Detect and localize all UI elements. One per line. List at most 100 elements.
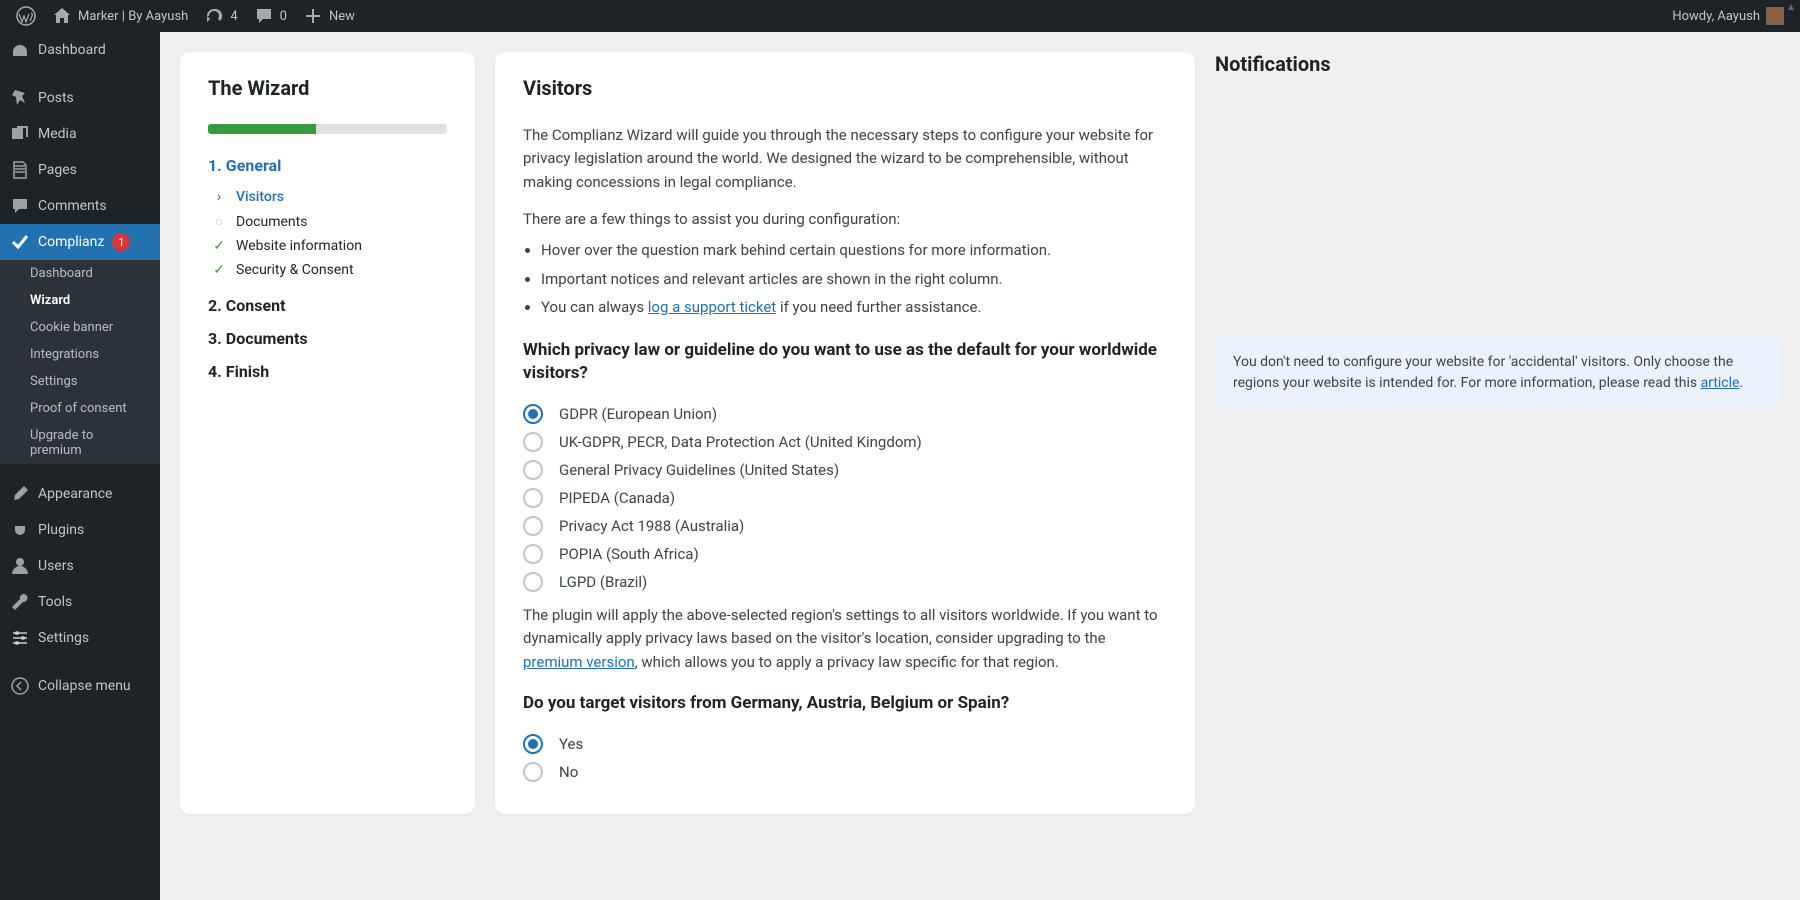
comments[interactable]: 0 (246, 0, 295, 32)
sidebar-item-label: Pages (38, 162, 77, 178)
step-finish[interactable]: 4. Finish (208, 362, 447, 381)
content-panel: Visitors The Complianz Wizard will guide… (495, 52, 1195, 814)
sidebar-item-label: Comments (38, 198, 107, 214)
new-label: New (329, 9, 355, 24)
question-target-countries: Do you target visitors from Germany, Aus… (523, 692, 1167, 716)
comment-icon (10, 196, 30, 216)
wrench-icon (10, 592, 30, 612)
radio-uk-gdpr[interactable]: UK-GDPR, PECR, Data Protection Act (Unit… (523, 432, 1167, 452)
comments-count: 0 (280, 9, 287, 24)
radio-privacy-act-1988[interactable]: Privacy Act 1988 (Australia) (523, 516, 1167, 536)
sidebar-item-collapse[interactable]: Collapse menu (0, 668, 160, 704)
substep-website-information[interactable]: ✓ Website information (212, 234, 447, 258)
sidebar-item-label: Posts (38, 90, 74, 106)
substep-security-consent[interactable]: ✓ Security & Consent (212, 258, 447, 282)
notifications-column: Notifications You don't need to configur… (1215, 52, 1800, 814)
radio-input[interactable] (523, 516, 543, 536)
sidebar-item-posts[interactable]: Posts (0, 80, 160, 116)
site-name[interactable]: Marker | By Aayush (44, 0, 196, 32)
radio-label: GDPR (European Union) (559, 405, 717, 423)
updates[interactable]: 4 (196, 0, 245, 32)
substep-label: Documents (236, 214, 307, 230)
updates-count: 4 (230, 9, 237, 24)
sidebar-item-users[interactable]: Users (0, 548, 160, 584)
premium-version-link[interactable]: premium version (523, 653, 635, 671)
my-account[interactable]: Howdy, Aayush (1664, 0, 1792, 32)
substep-documents[interactable]: ○ Documents (212, 209, 447, 234)
radio-label: LGPD (Brazil) (559, 573, 647, 591)
new-content[interactable]: New (295, 0, 363, 32)
page-icon (10, 160, 30, 180)
question-default-law: Which privacy law or guideline do you wa… (523, 339, 1167, 387)
comment-icon (254, 6, 274, 26)
submenu-item-upgrade[interactable]: Upgrade to premium (0, 422, 160, 464)
radio-input[interactable] (523, 488, 543, 508)
radio-label: General Privacy Guidelines (United State… (559, 461, 839, 479)
radio-input[interactable] (523, 404, 543, 424)
submenu-item-cookie-banner[interactable]: Cookie banner (0, 314, 160, 341)
sidebar-item-appearance[interactable]: Appearance (0, 476, 160, 512)
radio-label: Yes (559, 735, 583, 753)
wizard-panel: The Wizard 1. General › Visitors ○ Docum… (180, 52, 475, 814)
substep-label: Website information (236, 238, 362, 254)
notice-box: You don't need to configure your website… (1215, 336, 1780, 410)
sidebar-item-label: Settings (38, 630, 89, 646)
radio-pipeda[interactable]: PIPEDA (Canada) (523, 488, 1167, 508)
sidebar-item-plugins[interactable]: Plugins (0, 512, 160, 548)
radio-input[interactable] (523, 544, 543, 564)
avatar (1766, 7, 1784, 25)
substep-label: Visitors (236, 189, 284, 205)
wordpress-icon (16, 6, 36, 26)
radio-no[interactable]: No (523, 762, 1167, 782)
sidebar-item-label: Complianz (38, 234, 104, 250)
radio-gdpr[interactable]: GDPR (European Union) (523, 404, 1167, 424)
radio-lgpd[interactable]: LGPD (Brazil) (523, 572, 1167, 592)
intro-text: The Complianz Wizard will guide you thro… (523, 124, 1167, 194)
sidebar-item-complianz[interactable]: Complianz 1 (0, 224, 160, 260)
submenu: Dashboard Wizard Cookie banner Integrati… (0, 260, 160, 464)
support-ticket-link[interactable]: log a support ticket (648, 298, 776, 316)
radio-input[interactable] (523, 460, 543, 480)
submenu-item-integrations[interactable]: Integrations (0, 341, 160, 368)
radio-label: Privacy Act 1988 (Australia) (559, 517, 744, 535)
plus-icon (303, 6, 323, 26)
wp-logo[interactable] (8, 0, 44, 32)
step-documents[interactable]: 3. Documents (208, 329, 447, 348)
sidebar-item-media[interactable]: Media (0, 116, 160, 152)
sidebar-item-comments[interactable]: Comments (0, 188, 160, 224)
radio-popia[interactable]: POPIA (South Africa) (523, 544, 1167, 564)
check-icon: ✓ (212, 238, 226, 254)
article-link[interactable]: article (1701, 375, 1740, 391)
submenu-item-wizard[interactable]: Wizard (0, 287, 160, 314)
bullet-item: Hover over the question mark behind cert… (541, 239, 1167, 262)
sidebar-item-settings[interactable]: Settings (0, 620, 160, 656)
submenu-item-dashboard[interactable]: Dashboard (0, 260, 160, 287)
substep-visitors[interactable]: › Visitors (212, 185, 447, 209)
step-consent[interactable]: 2. Consent (208, 296, 447, 315)
sidebar-item-pages[interactable]: Pages (0, 152, 160, 188)
radio-label: PIPEDA (Canada) (559, 489, 675, 507)
radio-input[interactable] (523, 734, 543, 754)
radio-yes[interactable]: Yes (523, 734, 1167, 754)
sidebar-item-dashboard[interactable]: Dashboard (0, 32, 160, 68)
content-heading: Visitors (523, 76, 1167, 100)
submenu-item-proof-of-consent[interactable]: Proof of consent (0, 395, 160, 422)
radio-us[interactable]: General Privacy Guidelines (United State… (523, 460, 1167, 480)
main-content: The Wizard 1. General › Visitors ○ Docum… (160, 32, 1800, 834)
brush-icon (10, 484, 30, 504)
media-icon (10, 124, 30, 144)
radio-input[interactable] (523, 432, 543, 452)
sidebar-item-tools[interactable]: Tools (0, 584, 160, 620)
pin-icon (10, 88, 30, 108)
radio-input[interactable] (523, 762, 543, 782)
sidebar-item-label: Appearance (38, 486, 112, 502)
fine-print: The plugin will apply the above-selected… (523, 604, 1167, 674)
submenu-item-settings[interactable]: Settings (0, 368, 160, 395)
assist-bullets: Hover over the question mark behind cert… (541, 239, 1167, 319)
user-icon (10, 556, 30, 576)
home-icon (52, 6, 72, 26)
admin-bar: Marker | By Aayush 4 0 New Howdy, Aayush (0, 0, 1800, 32)
step-general[interactable]: 1. General (208, 156, 447, 175)
radio-input[interactable] (523, 572, 543, 592)
check-icon (10, 232, 30, 252)
